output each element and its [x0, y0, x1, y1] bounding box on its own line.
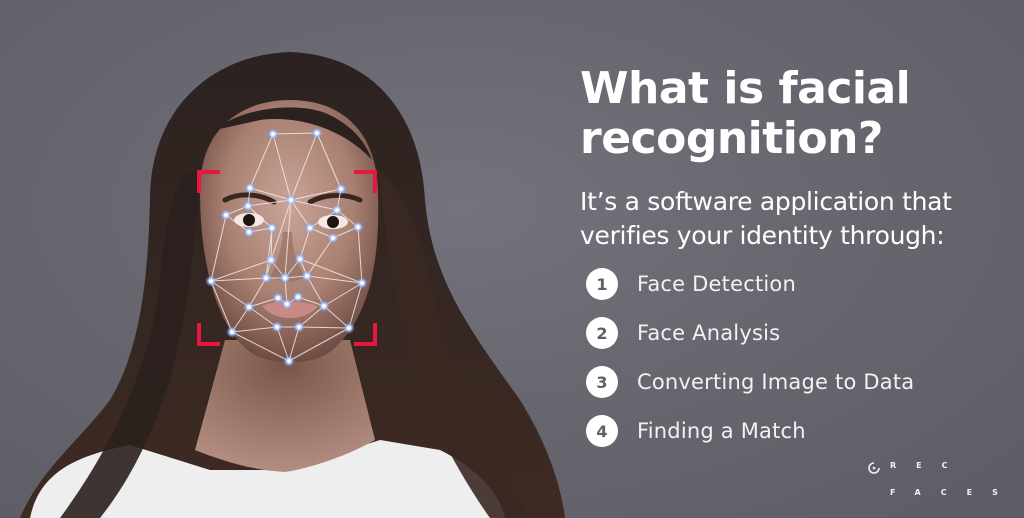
- step-number-badge: 2: [586, 317, 618, 349]
- mesh-node: [269, 258, 273, 262]
- mesh-node: [283, 276, 287, 280]
- step-label: Finding a Match: [637, 419, 806, 443]
- mesh-node: [296, 295, 300, 299]
- mesh-node: [356, 225, 360, 229]
- step-label: Face Analysis: [637, 321, 781, 345]
- step-item: 2 Face Analysis: [586, 317, 914, 349]
- step-label: Converting Image to Data: [637, 370, 915, 394]
- mesh-node: [347, 326, 351, 330]
- step-label: Face Detection: [637, 272, 796, 296]
- subheadline: It’s a software application that verifie…: [580, 187, 952, 250]
- mesh-node: [315, 131, 319, 135]
- mesh-node: [276, 296, 280, 300]
- mesh-node: [285, 302, 289, 306]
- mesh-node: [247, 305, 251, 309]
- step-number-badge: 1: [586, 268, 618, 300]
- mesh-node: [247, 230, 251, 234]
- mesh-node: [339, 187, 343, 191]
- mesh-node: [248, 186, 252, 190]
- mesh-node: [271, 132, 275, 136]
- step-item: 1 Face Detection: [586, 268, 914, 300]
- mesh-node: [305, 274, 309, 278]
- headline: What is facial recognition?: [580, 63, 911, 164]
- mesh-node: [360, 281, 364, 285]
- step-number-badge: 4: [586, 415, 618, 447]
- mesh-node: [224, 213, 228, 217]
- step-item: 3 Converting Image to Data: [586, 366, 914, 398]
- mesh-node: [275, 325, 279, 329]
- mesh-node: [264, 276, 268, 280]
- mesh-node: [270, 226, 274, 230]
- logo-line-2: FACES: [890, 487, 1018, 497]
- mesh-node: [287, 359, 291, 363]
- step-item: 4 Finding a Match: [586, 415, 914, 447]
- mesh-node: [335, 208, 339, 212]
- steps-list: 1 Face Detection 2 Face Analysis 3 Conve…: [586, 268, 914, 464]
- step-number-badge: 3: [586, 366, 618, 398]
- mesh-node: [331, 236, 335, 240]
- mesh-node: [230, 330, 234, 334]
- recfaces-logo: REC FACES: [864, 458, 1018, 499]
- mesh-node: [289, 198, 293, 202]
- mesh-node: [246, 204, 250, 208]
- logo-line-1: REC: [890, 460, 968, 470]
- mesh-node: [297, 325, 301, 329]
- mesh-node: [209, 279, 213, 283]
- mesh-node: [298, 257, 302, 261]
- mesh-node: [322, 304, 326, 308]
- mesh-node: [308, 226, 312, 230]
